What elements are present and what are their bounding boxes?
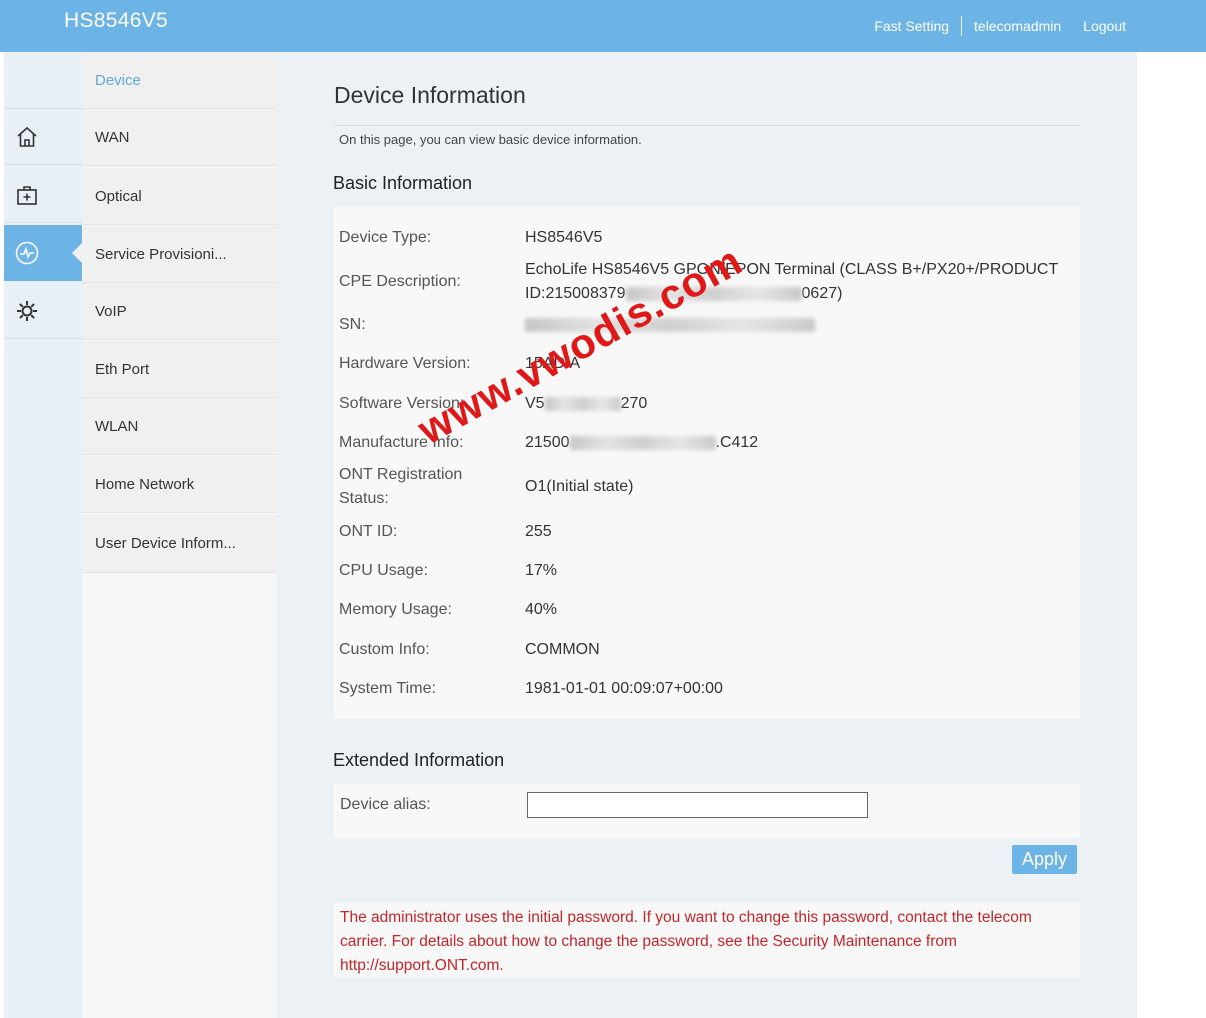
password-warning: The administrator uses the initial passw… — [334, 903, 1080, 977]
nav-diagnose[interactable] — [4, 167, 82, 223]
logout-link[interactable]: Logout — [1083, 18, 1126, 34]
info-value: EchoLife HS8546V5 GPON/EPON Terminal (CL… — [525, 261, 1059, 302]
medical-kit-icon — [17, 185, 37, 205]
main-nav — [4, 52, 82, 1018]
info-value: 17% — [525, 562, 558, 579]
info-label: Manufacture Info: — [339, 434, 464, 451]
brand-title: HS8546V5 — [64, 9, 168, 32]
top-links: Fast Setting telecomadmin Logout — [874, 15, 1126, 37]
nav-status[interactable] — [4, 225, 82, 281]
basic-info-table: Device Type: HS8546V5 CPE Description: E… — [334, 207, 1080, 719]
link-divider — [961, 16, 963, 36]
info-value: V5 270 — [525, 395, 648, 412]
info-value: 1981-01-01 00:09:07+00:00 — [525, 680, 723, 697]
title-divider — [334, 125, 1080, 126]
sub-menu: Device WAN Optical Service Provisioni...… — [82, 52, 277, 1018]
right-margin — [1137, 52, 1206, 1018]
fast-setting-link[interactable]: Fast Setting — [874, 18, 949, 34]
info-value: HS8546V5 — [525, 229, 603, 246]
monitor-pulse-icon — [15, 241, 39, 265]
device-alias-input[interactable] — [527, 792, 868, 818]
info-value: 21500 .C412 — [525, 434, 759, 451]
info-label: Hardware Version: — [339, 355, 471, 372]
top-bar: HS8546V5 Fast Setting telecomadmin Logou… — [0, 0, 1206, 52]
info-value: 15AD.A — [525, 355, 581, 372]
submenu-user-device-info[interactable]: User Device Inform... — [82, 515, 277, 573]
nav-home[interactable] — [4, 109, 82, 165]
submenu-wlan[interactable]: WLAN — [82, 398, 277, 455]
device-alias-label: Device alias: — [340, 796, 431, 813]
submenu-device[interactable]: Device — [82, 52, 277, 109]
submenu-voip[interactable]: VoIP — [82, 283, 277, 340]
info-label: SN: — [339, 316, 366, 333]
info-label: CPE Description: — [339, 273, 461, 290]
info-label: System Time: — [339, 680, 436, 697]
gear-icon — [17, 300, 37, 321]
extended-info-table: Device alias: — [334, 784, 1080, 838]
basic-info-title: Basic Information — [333, 173, 473, 193]
info-value: O1(Initial state) — [525, 478, 634, 495]
info-label: CPU Usage: — [339, 562, 428, 579]
info-label: ONT Registration Status: — [339, 466, 463, 507]
submenu-service-provisioning[interactable]: Service Provisioni... — [82, 226, 277, 283]
extended-info-title: Extended Information — [333, 750, 505, 770]
content-area: Device Information On this page, you can… — [277, 52, 1137, 1018]
submenu-home-network[interactable]: Home Network — [82, 456, 277, 513]
redacted-blur — [544, 396, 621, 411]
page-title: Device Information — [334, 82, 526, 108]
page-description: On this page, you can view basic device … — [339, 132, 642, 147]
info-label: Memory Usage: — [339, 601, 452, 618]
submenu-eth-port[interactable]: Eth Port — [82, 341, 277, 398]
info-label: Custom Info: — [339, 641, 430, 658]
home-icon — [17, 126, 37, 147]
info-value — [525, 313, 1081, 337]
info-value: 40% — [525, 601, 558, 618]
submenu-wan[interactable]: WAN — [82, 109, 277, 166]
redacted-blur — [625, 286, 802, 301]
nav-settings[interactable] — [4, 283, 82, 339]
user-link[interactable]: telecomadmin — [974, 18, 1061, 34]
info-value: 255 — [525, 523, 552, 540]
apply-button[interactable]: Apply — [1012, 845, 1077, 874]
info-value: COMMON — [525, 641, 600, 658]
redacted-blur — [525, 317, 815, 332]
redacted-blur — [569, 435, 716, 450]
info-label: Device Type: — [339, 229, 432, 246]
info-label: Software Version: — [339, 395, 465, 412]
nav-spacer — [4, 52, 82, 109]
info-label: ONT ID: — [339, 523, 398, 540]
submenu-optical[interactable]: Optical — [82, 168, 277, 225]
